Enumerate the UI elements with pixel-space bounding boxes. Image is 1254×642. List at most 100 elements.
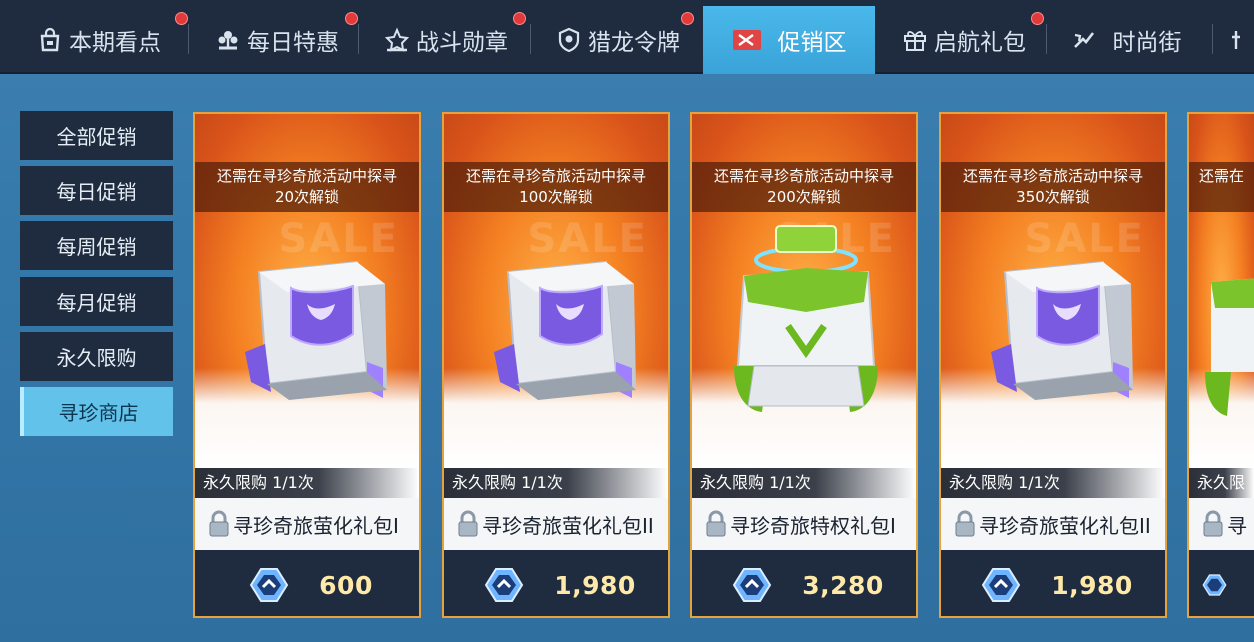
price-button[interactable]: 1,980 xyxy=(444,550,668,616)
unlock-line-2: 100次解锁 xyxy=(519,188,593,206)
product-name-row: 寻珍奇旅萤化礼包II xyxy=(444,498,668,550)
product-name: 寻珍奇旅萤化礼包II xyxy=(482,513,654,538)
product-card[interactable]: SALE 还需在寻珍奇旅活动中探寻 20次解锁 永久限购 1/1次 寻珍奇旅萤化… xyxy=(193,112,421,618)
product-card-partial[interactable]: 还需在 永久限 寻 xyxy=(1187,112,1254,618)
unlock-requirement-banner: 还需在寻珍奇旅活动中探寻 350次解锁 xyxy=(941,162,1165,212)
lock-icon xyxy=(1203,510,1223,537)
price-button[interactable]: 600 xyxy=(195,550,419,616)
price-button[interactable]: 3,280 xyxy=(692,550,916,616)
unlock-line-2: 350次解锁 xyxy=(1016,188,1090,206)
product-name-row: 寻珍奇旅特权礼包I xyxy=(692,498,916,550)
side-menu-monthly-promotions[interactable]: 每月促销 xyxy=(20,277,173,326)
diamond-currency-icon xyxy=(1202,574,1227,596)
unlock-line-1: 还需在 xyxy=(1199,167,1245,185)
product-name: 寻 xyxy=(1227,513,1247,538)
notification-dot xyxy=(345,12,358,25)
tab-label: 时尚街 xyxy=(1112,30,1182,56)
flower-icon xyxy=(215,27,241,53)
unlock-line-1: 还需在寻珍奇旅活动中探寻 xyxy=(216,167,397,185)
side-menu-label: 每周促销 xyxy=(56,235,137,259)
lock-icon xyxy=(209,510,229,537)
side-menu-label: 寻珍商店 xyxy=(58,401,139,425)
product-name: 寻珍奇旅萤化礼包II xyxy=(979,513,1151,538)
unlock-line-1: 还需在寻珍奇旅活动中探寻 xyxy=(465,167,646,185)
tab-divider xyxy=(358,24,359,54)
unlock-requirement-banner: 还需在 xyxy=(1189,162,1254,212)
price-button[interactable]: 1,980 xyxy=(941,550,1165,616)
bag-icon xyxy=(37,27,63,53)
tab-label: 战斗勋章 xyxy=(416,30,508,56)
tab-divider xyxy=(188,24,189,54)
lock-icon xyxy=(955,510,975,537)
diamond-currency-icon xyxy=(485,568,524,602)
unlock-line-2: 20次解锁 xyxy=(274,188,340,206)
purple-gift-box-icon xyxy=(991,260,1133,400)
product-card[interactable]: SALE 还需在寻珍奇旅活动中探寻 100次解锁 永久限购 1/1次 寻珍奇旅萤… xyxy=(442,112,670,618)
unlock-requirement-banner: 还需在寻珍奇旅活动中探寻 100次解锁 xyxy=(444,162,668,212)
price-button[interactable] xyxy=(1189,550,1254,616)
unlock-line-1: 还需在寻珍奇旅活动中探寻 xyxy=(962,167,1143,185)
purchase-limit: 永久限购 1/1次 xyxy=(941,468,1165,498)
medal-icon xyxy=(384,27,410,53)
product-card[interactable]: SALE 还需在寻珍奇旅活动中探寻 200次解锁 永久限购 1/1次 寻珍奇旅特… xyxy=(690,112,918,618)
tab-fashion-street[interactable]: 时尚街 xyxy=(1056,8,1196,72)
side-menu-weekly-promotions[interactable]: 每周促销 xyxy=(20,221,173,270)
diamond-currency-icon xyxy=(982,568,1021,602)
tab-battle-medals[interactable]: 战斗勋章 xyxy=(366,8,526,72)
price-amount: 1,980 xyxy=(1051,570,1133,600)
tab-highlights[interactable]: 本期看点 xyxy=(10,8,188,72)
tab-promotions[interactable]: 促销区 xyxy=(703,6,875,74)
lock-icon xyxy=(458,510,478,537)
purchase-limit: 永久限购 1/1次 xyxy=(195,468,419,498)
tab-divider xyxy=(1212,24,1213,54)
purchase-limit: 永久限购 1/1次 xyxy=(692,468,916,498)
partial-tab-icon xyxy=(1226,27,1252,53)
tab-label: 猎龙令牌 xyxy=(588,30,680,56)
purchase-limit: 永久限 xyxy=(1189,468,1254,498)
notification-dot xyxy=(513,12,526,25)
tab-divider xyxy=(530,24,531,54)
side-menu-treasure-shop[interactable]: 寻珍商店 xyxy=(20,387,173,436)
tab-label: 促销区 xyxy=(777,30,847,56)
tab-divider xyxy=(1046,24,1047,54)
product-name-row: 寻珍奇旅萤化礼包I xyxy=(195,498,419,550)
product-name-row: 寻珍奇旅萤化礼包II xyxy=(941,498,1165,550)
side-menu-label: 永久限购 xyxy=(56,346,137,370)
tab-launch-pack[interactable]: 启航礼包 xyxy=(884,8,1044,72)
badge-icon xyxy=(556,27,582,53)
product-name: 寻珍奇旅萤化礼包I xyxy=(233,513,399,538)
unlock-line-2: 200次解锁 xyxy=(767,188,841,206)
tab-bar: 本期看点 每日特惠 战斗勋章 猎龙令牌 促销区 启航礼包 时尚街 xyxy=(0,0,1254,74)
tab-dragon-token[interactable]: 猎龙令牌 xyxy=(536,8,700,72)
notification-dot xyxy=(175,12,188,25)
gift-icon xyxy=(902,27,928,53)
sale-tag-icon xyxy=(732,27,761,53)
unlock-line-1: 还需在寻珍奇旅活动中探寻 xyxy=(713,167,894,185)
tab-partial-next[interactable] xyxy=(1226,8,1254,72)
unlock-requirement-banner: 还需在寻珍奇旅活动中探寻 200次解锁 xyxy=(692,162,916,212)
price-amount: 3,280 xyxy=(802,570,884,600)
product-card[interactable]: SALE 还需在寻珍奇旅活动中探寻 350次解锁 永久限购 1/1次 寻珍奇旅萤… xyxy=(939,112,1167,618)
tab-label: 每日特惠 xyxy=(247,30,339,56)
product-name-row: 寻 xyxy=(1189,498,1254,550)
purple-gift-box-icon xyxy=(494,260,636,400)
tab-label: 启航礼包 xyxy=(934,30,1026,56)
notification-dot xyxy=(681,12,694,25)
fashion-icon xyxy=(1071,27,1097,53)
tab-label: 本期看点 xyxy=(69,30,161,56)
side-menu-all-promotions[interactable]: 全部促销 xyxy=(20,111,173,160)
tab-daily-deals[interactable]: 每日特惠 xyxy=(196,8,358,72)
notification-dot xyxy=(1031,12,1044,25)
diamond-currency-icon xyxy=(249,568,289,602)
product-name: 寻珍奇旅特权礼包I xyxy=(730,513,896,538)
side-menu-label: 每月促销 xyxy=(56,291,137,315)
green-gift-box-icon xyxy=(1205,278,1254,416)
side-menu-daily-promotions[interactable]: 每日促销 xyxy=(20,166,173,215)
side-menu-permanent-limit[interactable]: 永久限购 xyxy=(20,332,173,381)
price-amount: 1,980 xyxy=(554,570,636,600)
diamond-currency-icon xyxy=(733,568,772,602)
lock-icon xyxy=(706,510,726,537)
side-menu-label: 每日促销 xyxy=(56,180,137,204)
purchase-limit: 永久限购 1/1次 xyxy=(444,468,668,498)
green-gift-box-icon xyxy=(734,225,878,412)
